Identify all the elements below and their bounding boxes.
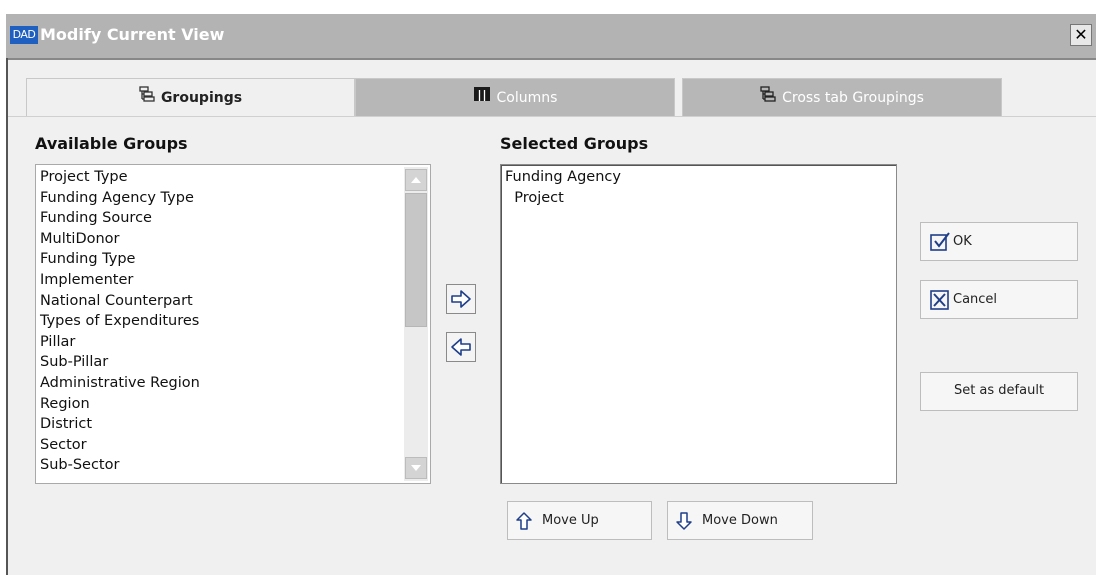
available-groups-scrollbar[interactable] <box>404 167 428 481</box>
available-group-list-item[interactable]: Administrative Region <box>40 373 426 394</box>
available-group-list-item[interactable]: Sub-Sector <box>40 455 426 476</box>
scroll-thumb[interactable] <box>405 193 427 327</box>
available-group-list-item[interactable]: Project Type <box>40 167 426 188</box>
close-button[interactable]: ✕ <box>1070 24 1092 46</box>
move-up-label: Move Up <box>542 513 599 528</box>
tab-cross-tab-groupings[interactable]: Cross tab Groupings <box>682 78 1002 116</box>
frame-border-left <box>6 58 8 575</box>
arrow-down-icon <box>676 512 692 530</box>
available-group-list-item[interactable]: Pillar <box>40 332 426 353</box>
selected-groups-list[interactable]: Funding Agency Project <box>500 164 897 484</box>
selected-group-list-item[interactable]: Funding Agency <box>505 167 892 188</box>
cancel-x-icon <box>930 290 949 310</box>
move-up-button[interactable]: Move Up <box>507 501 652 540</box>
selected-groups-title: Selected Groups <box>500 134 649 153</box>
available-group-list-item[interactable]: Region <box>40 394 426 415</box>
close-icon: ✕ <box>1074 25 1088 44</box>
available-groups-items: Project Type Funding Agency Type Funding S… <box>40 167 426 476</box>
cancel-label: Cancel <box>953 292 998 307</box>
available-group-list-item[interactable]: Implementer <box>40 270 426 291</box>
add-to-selected-button[interactable] <box>446 284 476 314</box>
available-group-list-item[interactable]: Funding Type <box>40 249 426 270</box>
title-bar: DAD Modify Current View ✕ <box>6 14 1096 58</box>
arrow-up-icon <box>516 512 532 530</box>
ok-label: OK <box>953 234 972 249</box>
move-down-label: Move Down <box>702 513 778 528</box>
scroll-down-button[interactable] <box>405 457 427 479</box>
frame-border-top <box>8 58 1096 60</box>
available-group-list-item[interactable]: District <box>40 414 426 435</box>
columns-icon <box>473 79 491 117</box>
arrow-right-icon <box>451 290 471 308</box>
available-group-list-item[interactable]: Funding Agency Type <box>40 188 426 209</box>
scroll-up-button[interactable] <box>405 169 427 191</box>
available-groups-title: Available Groups <box>35 134 188 153</box>
arrow-left-icon <box>451 338 471 356</box>
tab-groupings[interactable]: Groupings <box>26 78 355 116</box>
available-group-list-item[interactable]: Funding Source <box>40 208 426 229</box>
ok-button[interactable]: OK <box>920 222 1078 261</box>
app-logo: DAD <box>10 26 38 44</box>
tree-icon <box>139 79 155 117</box>
set-as-default-button[interactable]: Set as default <box>920 372 1078 411</box>
tab-cross-tab-groupings-label: Cross tab Groupings <box>782 90 924 106</box>
tab-columns-label: Columns <box>496 90 558 106</box>
tree-icon <box>760 79 776 117</box>
dialog-title: Modify Current View <box>40 25 225 44</box>
checkbox-check-icon <box>930 232 950 251</box>
available-groups-list[interactable]: Project Type Funding Agency Type Funding S… <box>35 164 431 484</box>
modify-view-dialog: DAD Modify Current View ✕ Groupings Colu… <box>6 14 1096 575</box>
triangle-down-icon <box>411 465 421 471</box>
set-as-default-label: Set as default <box>953 383 1045 398</box>
available-group-list-item[interactable]: Sector <box>40 435 426 456</box>
selected-groups-items: Funding Agency Project <box>505 167 892 208</box>
tab-columns[interactable]: Columns <box>355 78 675 116</box>
move-down-button[interactable]: Move Down <box>667 501 813 540</box>
available-group-list-item[interactable]: Sub-Pillar <box>40 352 426 373</box>
available-group-list-item[interactable]: National Counterpart <box>40 291 426 312</box>
available-group-list-item[interactable]: Types of Expenditures <box>40 311 426 332</box>
tab-separator <box>8 116 1096 117</box>
selected-group-list-item[interactable]: Project <box>505 188 892 209</box>
triangle-up-icon <box>411 177 421 183</box>
available-group-list-item[interactable]: MultiDonor <box>40 229 426 250</box>
tab-groupings-label: Groupings <box>160 90 243 106</box>
remove-from-selected-button[interactable] <box>446 332 476 362</box>
cancel-button[interactable]: Cancel <box>920 280 1078 319</box>
